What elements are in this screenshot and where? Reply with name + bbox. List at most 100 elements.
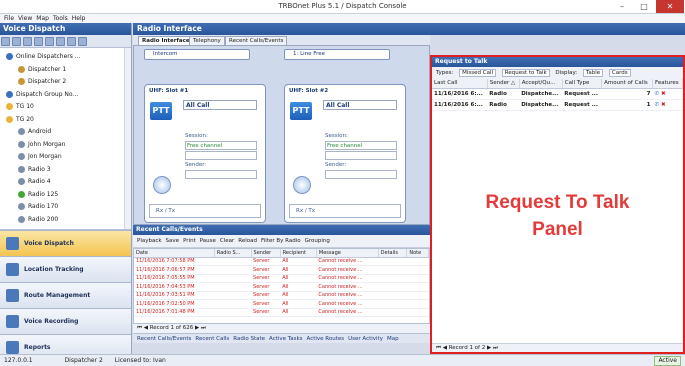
tree-item[interactable]: Dispatch Group No... (6, 90, 78, 100)
tool-icon[interactable] (78, 37, 87, 46)
intercom-bar[interactable]: Intercom (144, 49, 250, 60)
rtt-features-cell[interactable]: ✆ ✖ (652, 99, 683, 111)
tree-item[interactable]: Radio 200 (18, 215, 58, 225)
display-table[interactable]: Table (582, 69, 604, 77)
tab-radio-interface[interactable]: Radio Interface (138, 36, 194, 45)
column-header[interactable]: Date (134, 249, 215, 258)
menu-map[interactable]: Map (36, 14, 49, 23)
tool-icon[interactable] (23, 37, 32, 46)
rtt-row[interactable]: 11/16/2016 6:... Radio Dispatche... Request… (432, 88, 683, 100)
tree-item[interactable]: Radio 170 (18, 202, 58, 212)
tree-item[interactable]: Dispatcher 2 (18, 77, 66, 87)
rtt-column-header[interactable]: Last Call (432, 79, 488, 89)
toolbar-print[interactable]: Print (183, 238, 196, 244)
rtt-column-header[interactable]: Accept/Qu... (519, 79, 563, 89)
close-button[interactable]: ✕ (656, 0, 684, 13)
table-row[interactable]: 11/16/2016 7:04:53 PM Server All Cannot rec… (134, 282, 429, 292)
rtt-big-label-2: Panel (532, 219, 583, 240)
table-row[interactable]: 11/16/2016 7:02:50 PM Server All Cannot rec… (134, 299, 429, 309)
menu-help[interactable]: Help (72, 14, 86, 23)
table-row[interactable]: 11/16/2016 7:03:51 PM Server All Cannot rec… (134, 291, 429, 300)
rtt-column-header[interactable]: Sender △ (487, 79, 520, 89)
menu-tools[interactable]: Tools (53, 14, 68, 23)
volume-knob-icon[interactable] (293, 176, 311, 194)
column-header[interactable]: Sender (251, 249, 281, 258)
bottom-tab[interactable]: Active Routes (307, 336, 345, 342)
rtt-header: Request to Talk (432, 57, 683, 67)
menu-file[interactable]: File (4, 14, 14, 23)
call-select[interactable]: All Call (323, 100, 397, 110)
column-header[interactable]: Note (406, 249, 429, 258)
toolbar-save[interactable]: Save (166, 238, 180, 244)
rtt-column-header[interactable]: Features (652, 79, 684, 89)
volume-knob-icon[interactable] (153, 176, 171, 194)
tree-item[interactable]: Dispatcher 1 (18, 65, 66, 75)
accept-icon[interactable]: ✆ (654, 91, 659, 97)
tool-icon[interactable] (34, 37, 43, 46)
tool-icon[interactable] (56, 37, 65, 46)
toolbar-pause[interactable]: Pause (200, 238, 216, 244)
tree-item[interactable]: TG 10 (6, 102, 34, 112)
tree-item-icon (18, 153, 25, 160)
maximize-button[interactable]: □ (633, 0, 655, 13)
menu-view[interactable]: View (18, 14, 32, 23)
bottom-tab[interactable]: Recent Calls (195, 336, 229, 342)
rtt-pager: ⏮ ◀ Record 1 of 2 ▶ ⏭ (432, 343, 683, 352)
line-bar[interactable]: 1: Line Free (284, 49, 390, 60)
reject-icon[interactable]: ✖ (661, 102, 666, 108)
reject-icon[interactable]: ✖ (661, 91, 666, 97)
rtt-features-cell[interactable]: ✆ ✖ (652, 88, 683, 100)
toolbar-grouping[interactable]: Grouping (305, 238, 330, 244)
table-row[interactable]: 11/16/2016 7:01:48 PM Server All Cannot rec… (134, 308, 429, 317)
table-cell: Server (251, 299, 281, 309)
tree-item[interactable]: Android (18, 127, 51, 137)
column-header[interactable]: Message (316, 249, 379, 258)
bottom-tab[interactable]: Map (387, 336, 399, 342)
table-cell: Cannot receive ... (316, 274, 379, 283)
tool-icon[interactable] (1, 37, 10, 46)
tab-recent-calls[interactable]: Recent Calls/Events (225, 36, 288, 45)
toolbar-clear[interactable]: Clear (220, 238, 234, 244)
column-header[interactable]: Radio S... (214, 249, 252, 258)
ptt-button[interactable]: PTT (150, 102, 172, 120)
nav-location-tracking[interactable]: Location Tracking (0, 256, 131, 282)
nav-route-management[interactable]: Route Management (0, 282, 131, 308)
nav-voice-recording[interactable]: Voice Recording (0, 308, 131, 334)
column-header[interactable]: Details (378, 249, 408, 258)
tree-scrollbar[interactable] (124, 48, 131, 229)
tree-item[interactable]: TG 20 (6, 115, 34, 125)
bottom-tab[interactable]: Radio State (233, 336, 265, 342)
accept-icon[interactable]: ✆ (654, 102, 659, 108)
tool-icon[interactable] (45, 37, 54, 46)
table-row[interactable]: 11/16/2016 7:06:57 PM Server All Cannot rec… (134, 265, 429, 275)
display-cards[interactable]: Cards (608, 69, 631, 77)
tree-item[interactable]: Online Dispatchers ... (6, 52, 81, 62)
tree-item[interactable]: Radio 125 (18, 190, 58, 200)
nav-voice-dispatch[interactable]: Voice Dispatch (0, 230, 131, 256)
call-select[interactable]: All Call (183, 100, 257, 110)
bottom-tab[interactable]: User Activity (348, 336, 383, 342)
filter-missed-call[interactable]: Missed Call (459, 69, 497, 77)
table-cell (406, 282, 429, 292)
rtt-column-header[interactable]: Call Type (562, 79, 603, 89)
toolbar-playback[interactable]: Playback (137, 238, 162, 244)
toolbar-reload[interactable]: Reload (238, 238, 257, 244)
table-row[interactable]: 11/16/2016 7:07:58 PM Server All Cannot rec… (134, 257, 429, 266)
tree-item[interactable]: Radio 3 (18, 165, 51, 175)
ptt-button[interactable]: PTT (290, 102, 312, 120)
tree-item[interactable]: Radio 4 (18, 177, 51, 187)
filter-request-to-talk[interactable]: Request to Talk (501, 69, 550, 77)
tree-item[interactable]: Jon Morgan (18, 152, 62, 162)
tool-icon[interactable] (12, 37, 21, 46)
toolbar-filter-by-radio[interactable]: Filter By Radio (261, 238, 301, 244)
minimize-button[interactable]: – (611, 0, 633, 13)
rtt-row[interactable]: 11/16/2016 6:... Radio Dispatche... Request… (432, 99, 683, 111)
column-header[interactable]: Recipient (280, 249, 317, 258)
rtt-column-header[interactable]: Amount of Calls (601, 79, 653, 89)
table-row[interactable]: 11/16/2016 7:05:55 PM Server All Cannot rec… (134, 274, 429, 283)
bottom-tab[interactable]: Active Tasks (269, 336, 303, 342)
tool-icon[interactable] (67, 37, 76, 46)
tree-item[interactable]: John Morgan (18, 140, 65, 150)
tab-telephony[interactable]: Telephony (189, 36, 225, 45)
bottom-tab[interactable]: Recent Calls/Events (137, 336, 191, 342)
